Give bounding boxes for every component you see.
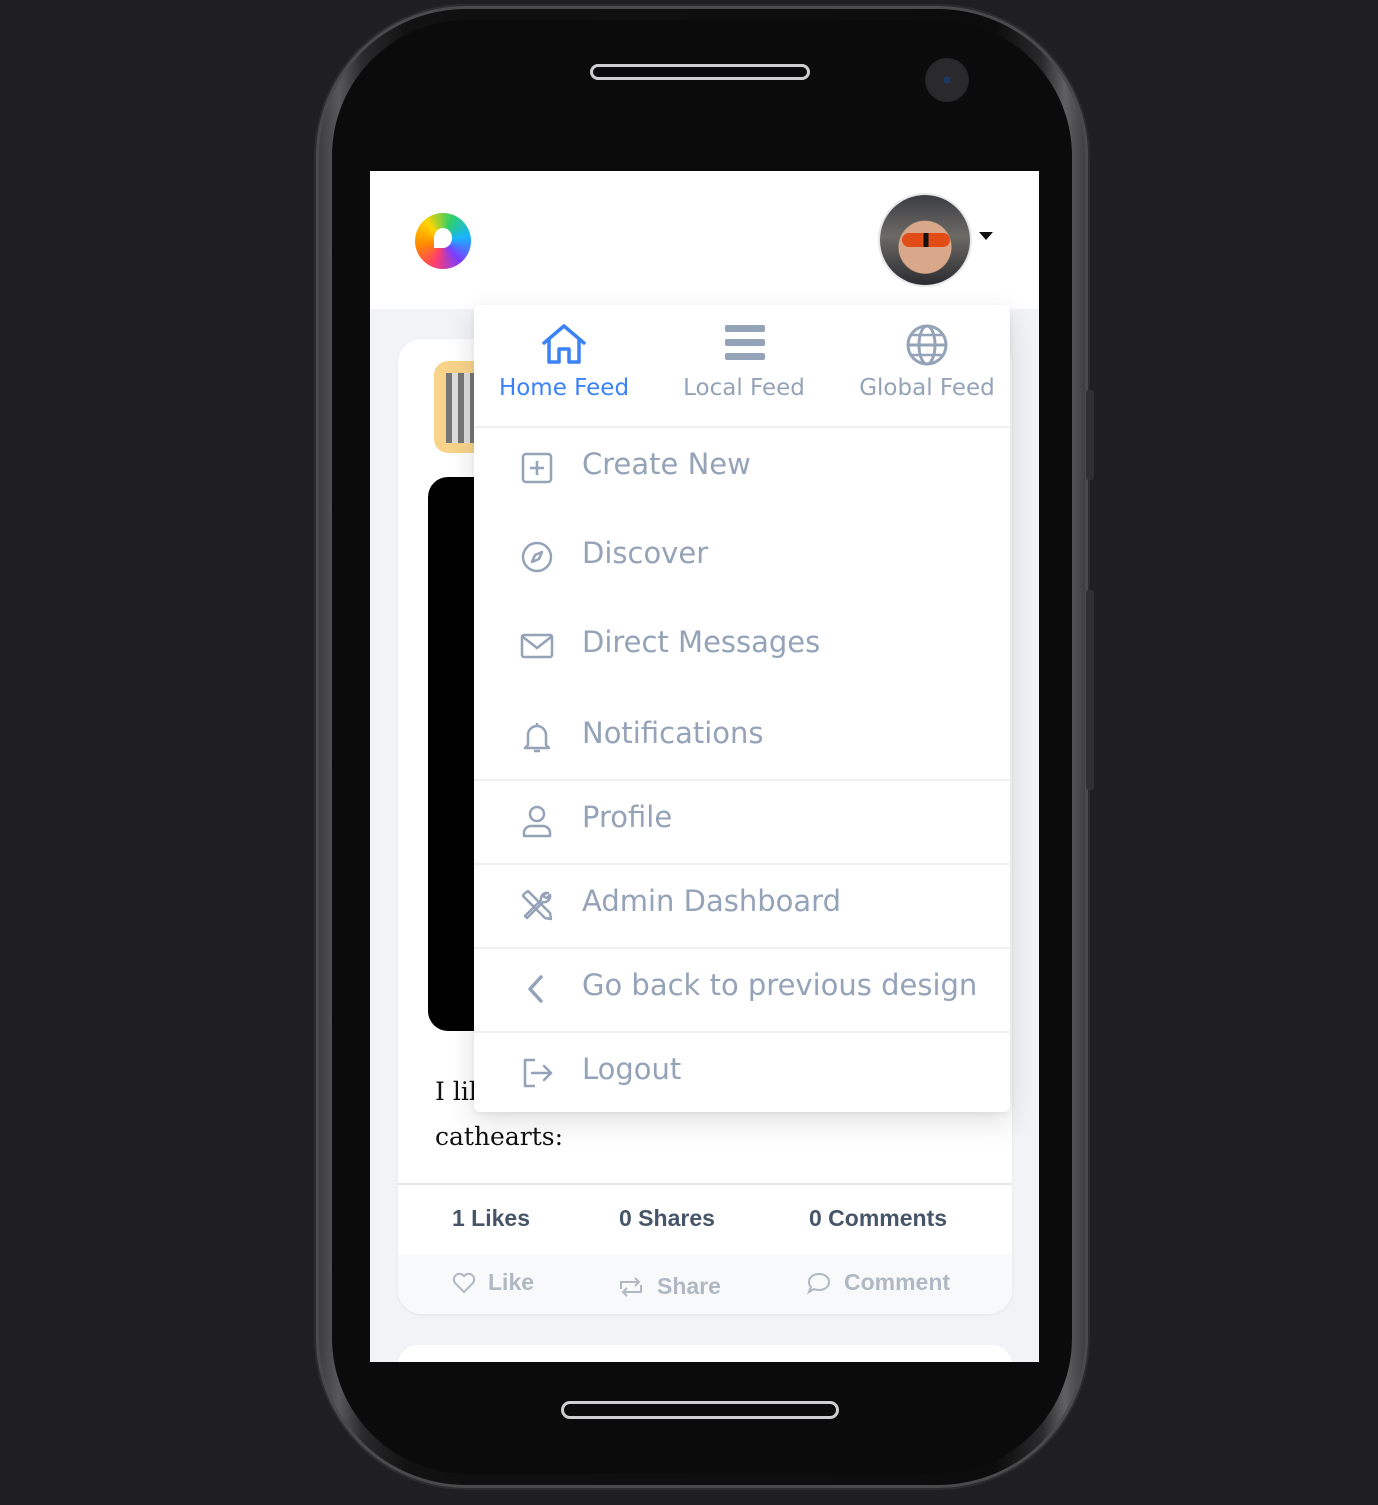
phone-camera: [925, 58, 969, 102]
share-button[interactable]: Share: [617, 1273, 721, 1300]
volume-button: [1086, 390, 1094, 480]
phone-speaker: [590, 64, 810, 80]
menu-item-label: Go back to previous design: [582, 968, 978, 1002]
menu-item-discover[interactable]: Discover: [474, 536, 1010, 576]
logout-icon: [523, 1058, 553, 1088]
chevron-down-icon[interactable]: [979, 232, 993, 240]
menu-item-label: Profile: [582, 800, 673, 834]
menu-item-label: Logout: [582, 1052, 682, 1086]
post-stats: 1 Likes 0 Shares 0 Comments: [398, 1183, 1012, 1257]
share-label: Share: [657, 1273, 721, 1299]
next-post-card: [398, 1345, 1012, 1362]
user-icon: [522, 805, 552, 838]
post-text-line: cathearts:: [435, 1122, 564, 1151]
tab-label: Home Feed: [498, 375, 630, 401]
power-button: [1086, 590, 1094, 790]
home-icon: [542, 324, 586, 364]
user-avatar[interactable]: [880, 195, 970, 285]
menu-item-label: Create New: [582, 447, 751, 481]
menu-item-label: Notifications: [582, 716, 764, 750]
post-actions: Like Share Comment: [398, 1255, 1012, 1314]
menu-item-label: Discover: [582, 536, 709, 570]
menu-item-profile[interactable]: Profile: [474, 800, 1010, 840]
repost-icon: [620, 1276, 642, 1297]
tab-local-feed[interactable]: Local Feed: [668, 305, 820, 426]
menu-item-label: Direct Messages: [582, 625, 821, 659]
comments-count[interactable]: 0 Comments: [809, 1205, 947, 1232]
like-button[interactable]: Like: [452, 1269, 534, 1296]
comment-icon: [806, 1272, 831, 1294]
menu-item-logout[interactable]: Logout: [474, 1052, 1010, 1092]
plus-square-icon: [521, 452, 553, 484]
tab-home-feed[interactable]: Home Feed: [488, 305, 640, 426]
menu-lines-icon: [725, 325, 765, 360]
menu-item-label: Admin Dashboard: [582, 884, 841, 918]
likes-count[interactable]: 1 Likes: [452, 1205, 530, 1232]
like-label: Like: [488, 1269, 535, 1295]
globe-icon: [906, 324, 948, 366]
comment-button[interactable]: Comment: [806, 1269, 950, 1296]
menu-divider: [474, 779, 1010, 781]
tab-label: Global Feed: [859, 375, 995, 401]
menu-divider: [474, 863, 1010, 865]
chevron-left-icon: [528, 975, 543, 1003]
envelope-icon: [520, 633, 554, 659]
feed-tabs: Home Feed Local Feed Global Feed: [474, 305, 1010, 428]
avatar-photo: [902, 233, 950, 247]
phone-home-button[interactable]: [561, 1401, 839, 1419]
comment-label: Comment: [844, 1269, 951, 1295]
menu-item-notifications[interactable]: Notifications: [474, 716, 1010, 756]
user-dropdown-menu: Home Feed Local Feed Global Feed Create …: [474, 305, 1010, 1112]
menu-item-direct-messages[interactable]: Direct Messages: [474, 625, 1010, 665]
menu-item-create-new[interactable]: Create New: [474, 447, 1010, 487]
top-navbar: [370, 171, 1039, 309]
heart-icon: [452, 1272, 476, 1293]
compass-icon: [521, 541, 553, 573]
bell-icon: [523, 723, 551, 753]
tools-icon: [521, 889, 553, 921]
menu-item-admin-dashboard[interactable]: Admin Dashboard: [474, 884, 1010, 924]
menu-item-previous-design[interactable]: Go back to previous design: [474, 968, 1010, 1008]
menu-divider: [474, 947, 1010, 949]
app-logo[interactable]: [415, 213, 471, 269]
shares-count[interactable]: 0 Shares: [619, 1205, 715, 1232]
tab-global-feed[interactable]: Global Feed: [848, 305, 1006, 426]
tab-label: Local Feed: [683, 375, 805, 401]
menu-divider: [474, 1031, 1010, 1033]
